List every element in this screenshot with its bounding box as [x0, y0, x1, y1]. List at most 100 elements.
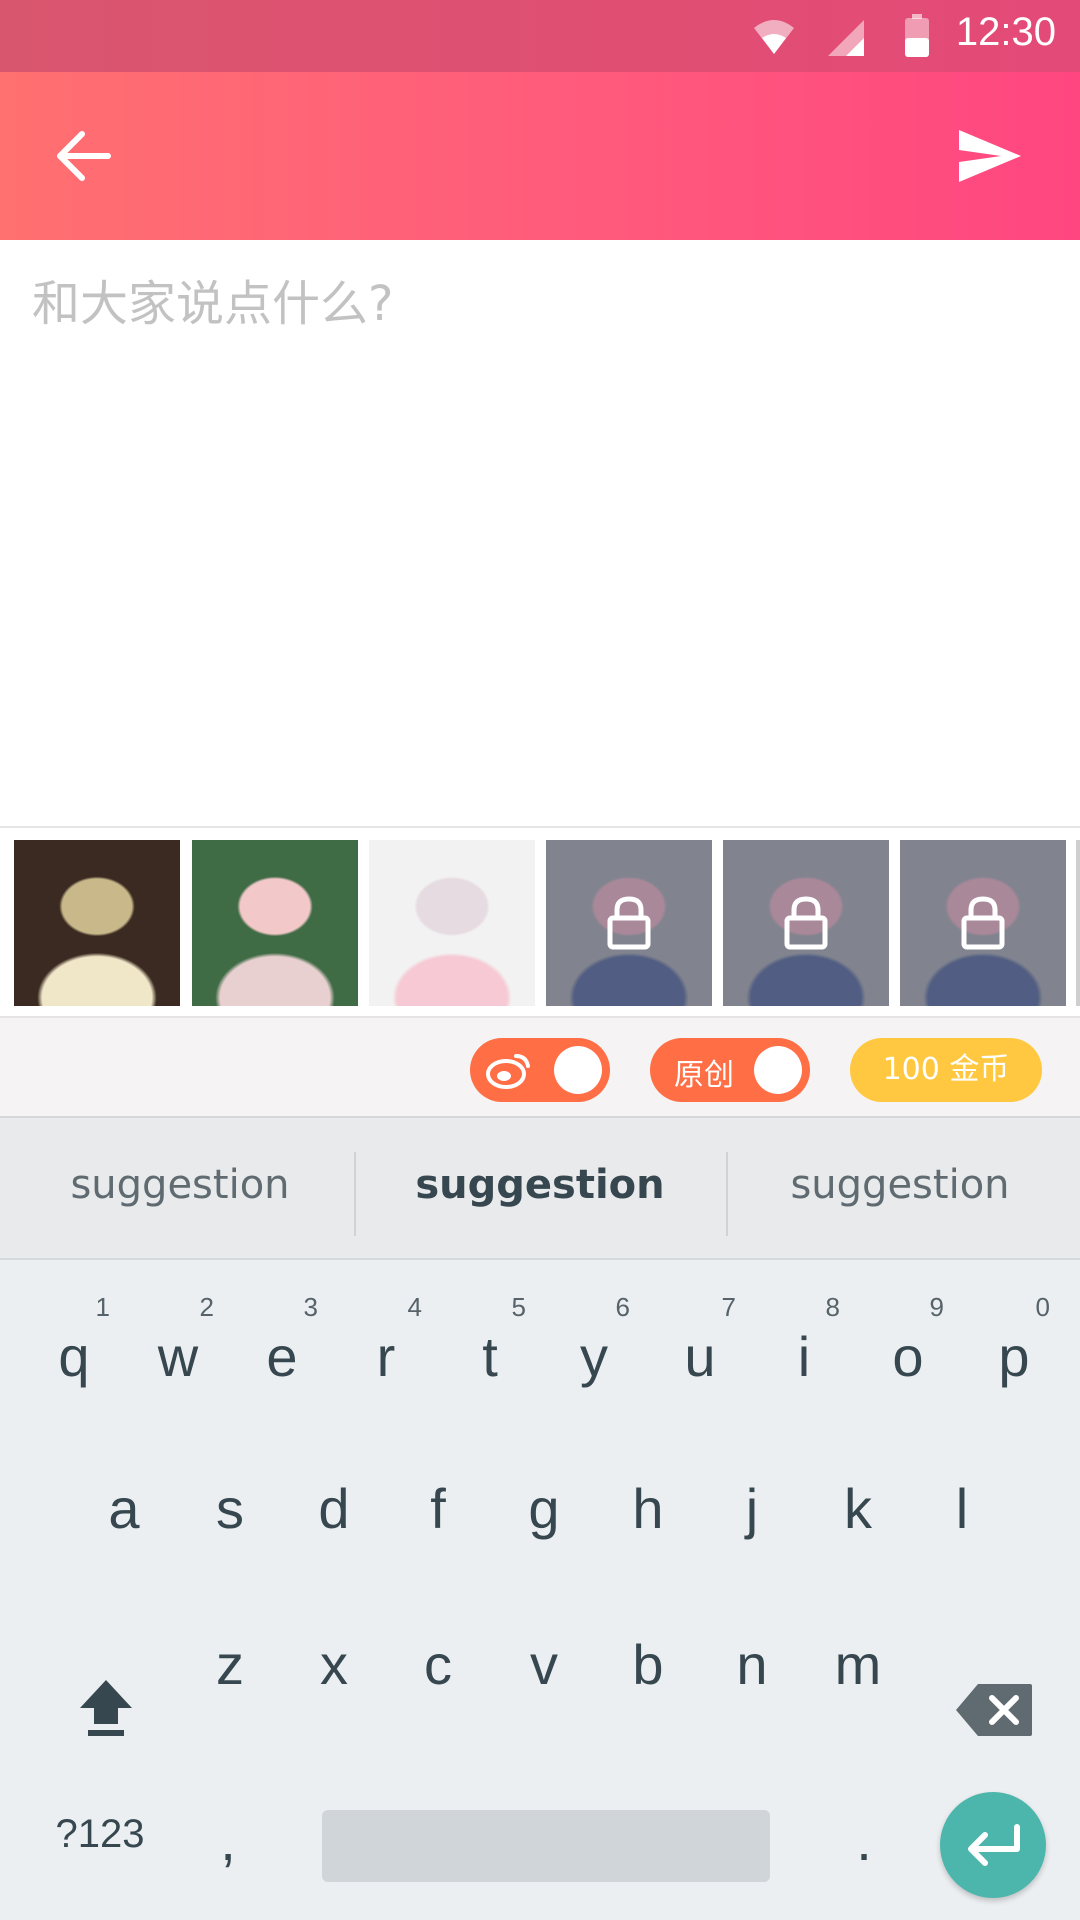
key-m[interactable]: m: [808, 1592, 908, 1712]
space-bar[interactable]: [322, 1810, 770, 1882]
coins-reward-button[interactable]: 100 金币: [850, 1038, 1042, 1102]
original-label: 原创: [674, 1058, 734, 1093]
key-d[interactable]: d: [284, 1436, 384, 1556]
key-h[interactable]: h: [598, 1436, 698, 1556]
key-label: e: [266, 1325, 298, 1388]
photo-strip[interactable]: [0, 828, 1080, 1016]
lock-icon: [784, 896, 828, 950]
soft-keyboard: suggestion suggestion suggestion ?123 , …: [0, 1116, 1080, 1920]
shift-key[interactable]: [56, 1638, 156, 1758]
key-o[interactable]: 9o: [858, 1284, 958, 1404]
key-j[interactable]: j: [702, 1436, 802, 1556]
key-label: i: [797, 1325, 811, 1388]
key-label: x: [320, 1633, 348, 1696]
period-key-label: .: [856, 1809, 872, 1872]
key-label: n: [736, 1633, 768, 1696]
key-y[interactable]: 6y: [544, 1284, 644, 1404]
key-hint: 1: [95, 1292, 110, 1322]
back-button[interactable]: [44, 116, 124, 196]
suggestion-left[interactable]: suggestion: [0, 1162, 360, 1208]
status-bar: 12:30: [0, 0, 1080, 72]
key-label: j: [745, 1477, 759, 1540]
photo-thumbnail[interactable]: [900, 840, 1066, 1006]
key-z[interactable]: z: [180, 1592, 280, 1712]
shift-icon: [80, 1680, 132, 1736]
photo-thumbnail-partial[interactable]: [1076, 840, 1080, 1006]
key-label: d: [318, 1477, 350, 1540]
key-label: y: [580, 1325, 608, 1388]
key-p[interactable]: 0p: [964, 1284, 1064, 1404]
key-g[interactable]: g: [494, 1436, 594, 1556]
key-e[interactable]: 3e: [232, 1284, 332, 1404]
key-hint: 0: [1035, 1292, 1050, 1322]
period-key[interactable]: .: [814, 1768, 914, 1888]
photo-thumbnail[interactable]: [723, 840, 889, 1006]
enter-icon: [968, 1824, 1020, 1866]
key-v[interactable]: v: [494, 1592, 594, 1712]
key-label: v: [530, 1633, 558, 1696]
battery-icon: [905, 14, 929, 57]
key-w[interactable]: 2w: [128, 1284, 228, 1404]
key-q[interactable]: 1q: [24, 1284, 124, 1404]
send-icon: [959, 130, 1021, 182]
key-hint: 8: [825, 1292, 840, 1322]
photo-thumbnail[interactable]: [192, 840, 358, 1006]
comma-key-label: ,: [220, 1809, 236, 1872]
key-i[interactable]: 8i: [754, 1284, 854, 1404]
post-text-input[interactable]: [32, 264, 1048, 784]
toggle-knob: [754, 1046, 802, 1094]
symbols-key[interactable]: ?123: [30, 1778, 170, 1898]
compose-area: [0, 240, 1080, 825]
backspace-key[interactable]: [944, 1638, 1054, 1758]
suggestion-divider: [354, 1152, 356, 1236]
status-time: 12:30: [955, 10, 1056, 54]
key-x[interactable]: x: [284, 1592, 384, 1712]
wifi-icon: [754, 20, 794, 54]
key-u[interactable]: 7u: [650, 1284, 750, 1404]
key-label: c: [424, 1633, 452, 1696]
toolbar: [0, 72, 1080, 240]
key-t[interactable]: 5t: [440, 1284, 540, 1404]
key-label: z: [216, 1633, 244, 1696]
key-label: u: [684, 1325, 716, 1388]
lock-icon: [961, 896, 1005, 950]
key-hint: 6: [615, 1292, 630, 1322]
enter-button[interactable]: [940, 1792, 1046, 1898]
key-hint: 9: [929, 1292, 944, 1322]
backspace-icon: [956, 1684, 1032, 1736]
send-button[interactable]: [950, 116, 1030, 196]
lock-icon: [607, 896, 651, 950]
key-r[interactable]: 4r: [336, 1284, 436, 1404]
key-b[interactable]: b: [598, 1592, 698, 1712]
key-label: k: [844, 1477, 872, 1540]
key-l[interactable]: l: [912, 1436, 1012, 1556]
locked-overlay: [900, 840, 1066, 1006]
key-a[interactable]: a: [74, 1436, 174, 1556]
locked-overlay: [723, 840, 889, 1006]
key-label: r: [376, 1325, 396, 1388]
arrow-left-icon: [57, 131, 111, 181]
suggestion-right[interactable]: suggestion: [720, 1162, 1080, 1208]
photo-thumbnail[interactable]: [14, 840, 180, 1006]
key-s[interactable]: s: [180, 1436, 280, 1556]
key-label: b: [632, 1633, 664, 1696]
key-k[interactable]: k: [808, 1436, 908, 1556]
key-hint: 4: [407, 1292, 422, 1322]
key-label: o: [892, 1325, 924, 1388]
key-label: p: [998, 1325, 1030, 1388]
key-n[interactable]: n: [702, 1592, 802, 1712]
key-label: t: [482, 1325, 498, 1388]
photo-thumbnail[interactable]: [369, 840, 535, 1006]
key-hint: 5: [511, 1292, 526, 1322]
comma-key[interactable]: ,: [178, 1768, 278, 1888]
locked-overlay: [546, 840, 712, 1006]
key-f[interactable]: f: [388, 1436, 488, 1556]
key-c[interactable]: c: [388, 1592, 488, 1712]
key-label: w: [157, 1325, 199, 1388]
coins-label: 100 金币: [882, 1052, 1010, 1087]
suggestion-center[interactable]: suggestion: [360, 1162, 720, 1208]
suggestion-bar: suggestion suggestion suggestion: [0, 1118, 1080, 1260]
photo-thumbnail[interactable]: [546, 840, 712, 1006]
original-toggle[interactable]: 原创: [650, 1038, 810, 1102]
weibo-share-toggle[interactable]: [470, 1038, 610, 1102]
